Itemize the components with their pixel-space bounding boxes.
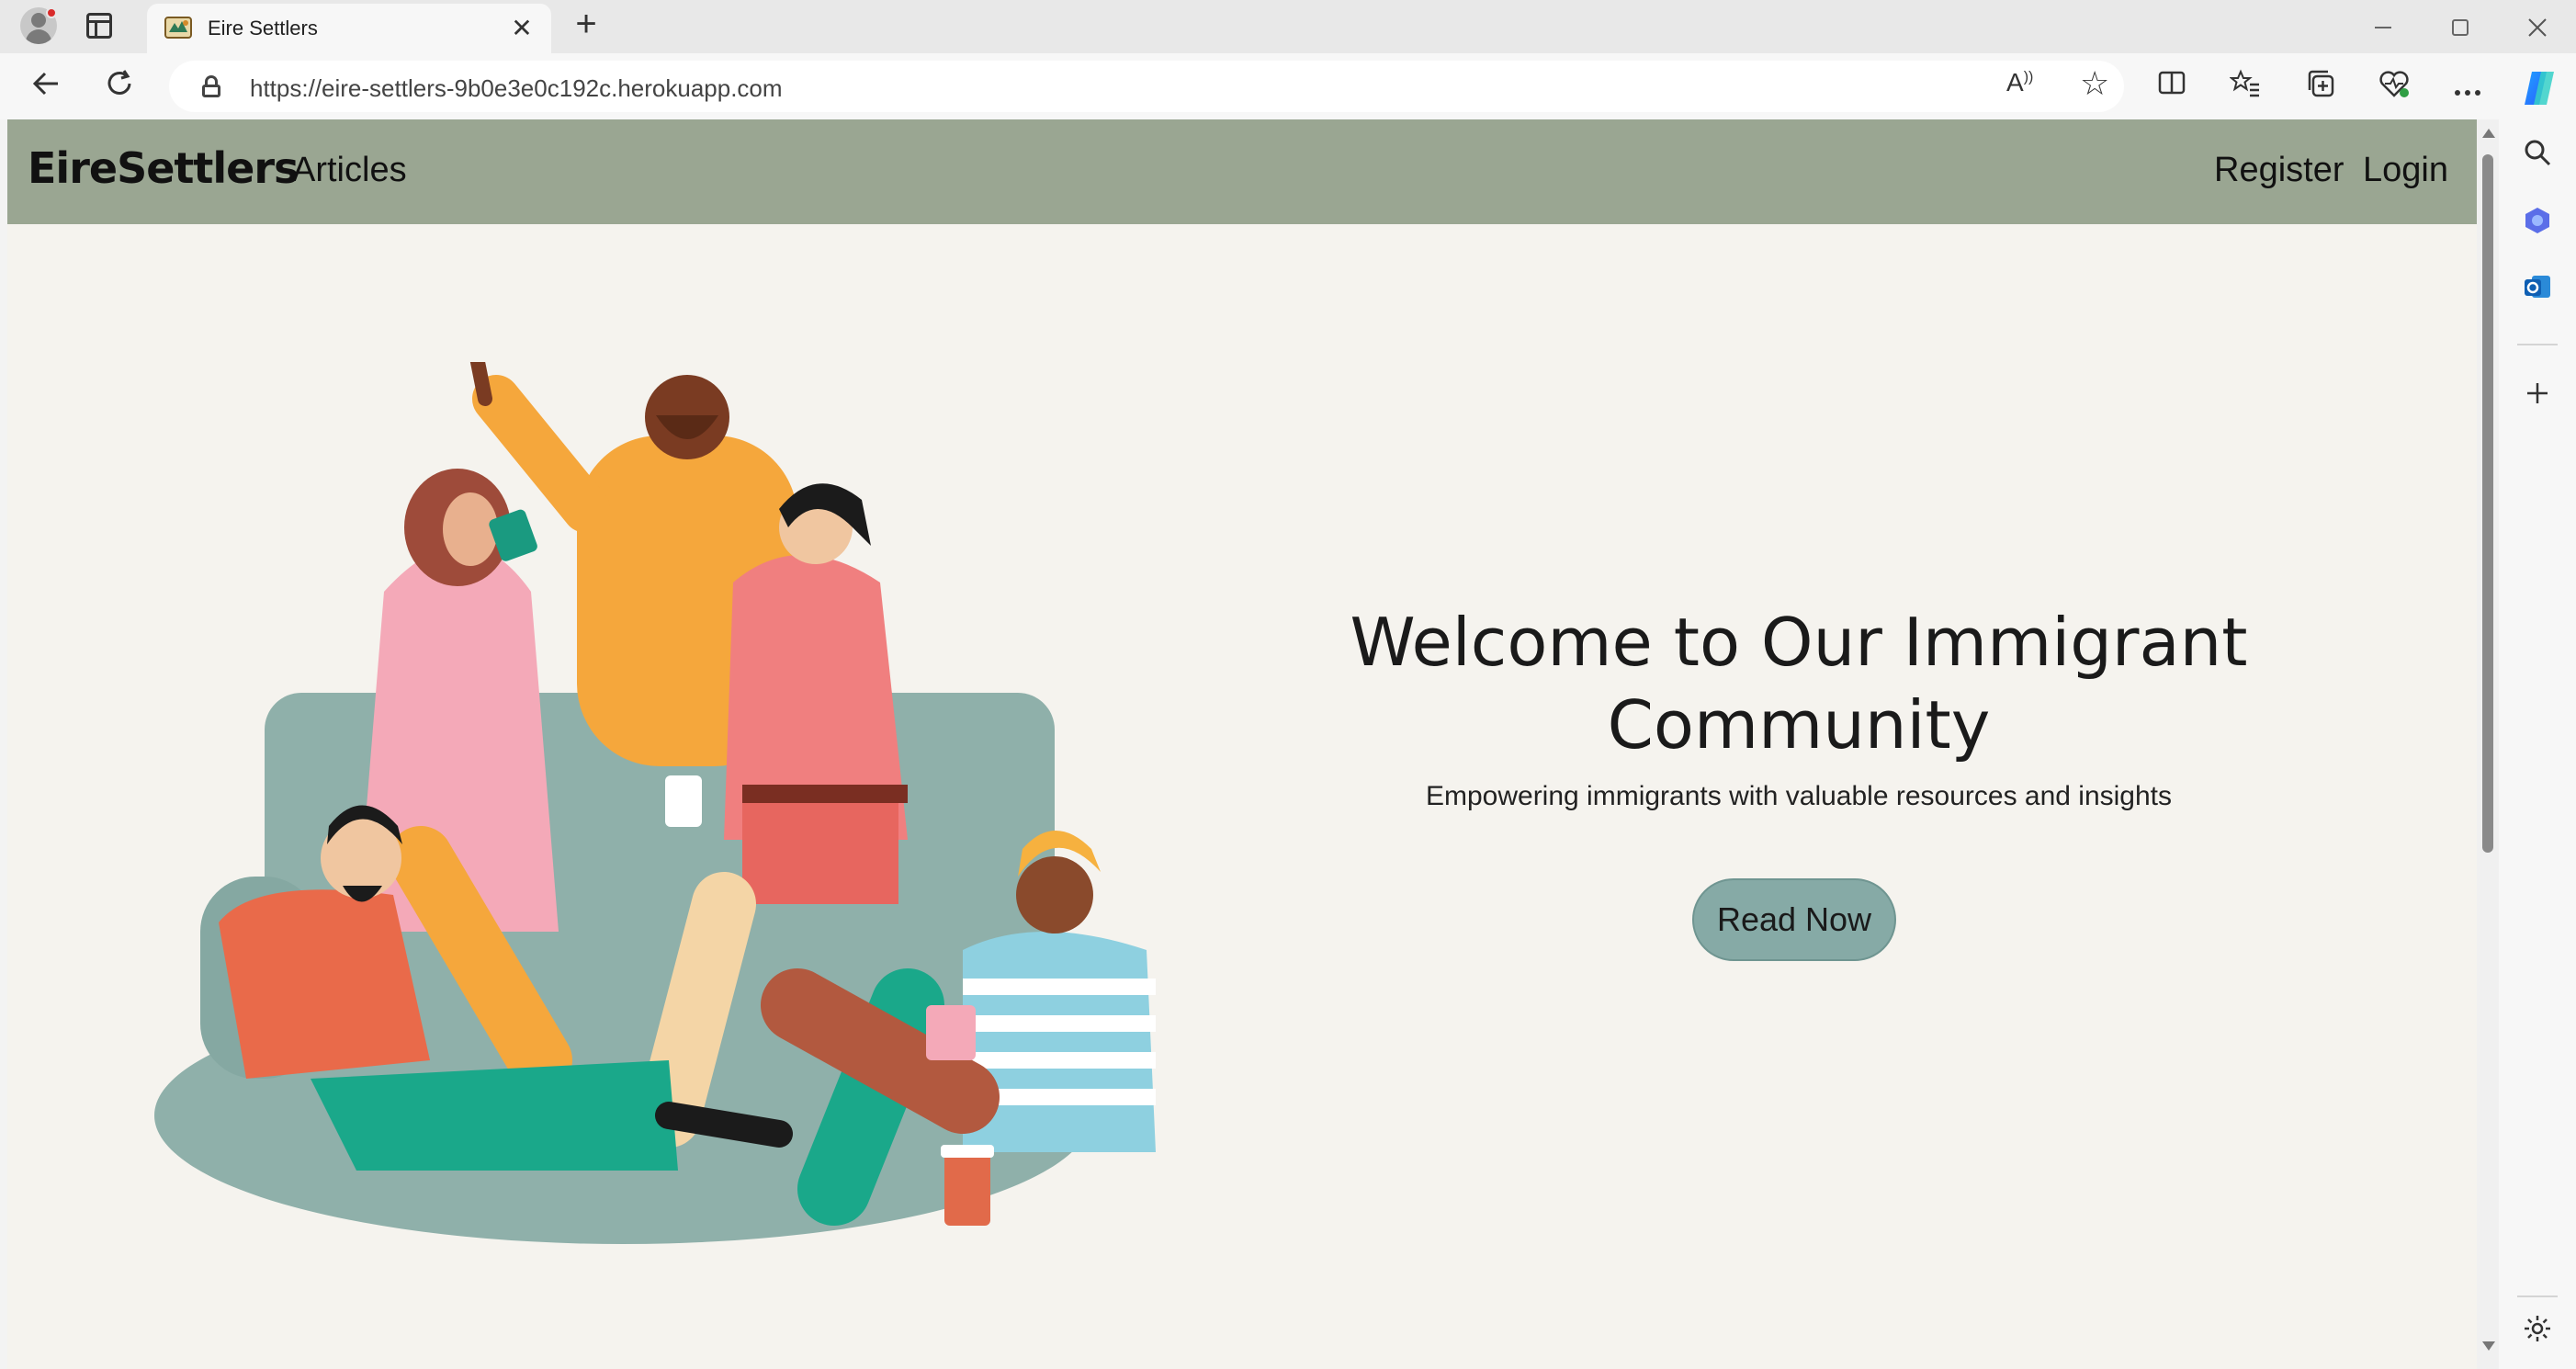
site-navbar: EireSettlers Articles Register Login — [7, 119, 2477, 224]
browser-essentials-button[interactable] — [2376, 68, 2412, 105]
read-aloud-icon[interactable]: A)) — [2006, 68, 2033, 97]
search-icon — [2525, 140, 2551, 166]
nav-link-articles[interactable]: Articles — [292, 151, 407, 190]
scroll-down-arrow-icon[interactable] — [2482, 1341, 2495, 1351]
collections-button[interactable] — [2302, 68, 2339, 105]
close-window-button[interactable] — [2510, 7, 2565, 44]
lock-body — [202, 85, 220, 97]
copilot-icon — [2525, 72, 2554, 105]
new-tab-button[interactable]: + — [568, 6, 604, 44]
browser-window: Eire Settlers ✕ + https://eire-settlers-… — [0, 0, 2576, 1369]
scroll-thumb[interactable] — [2482, 154, 2493, 853]
tab-strip: Eire Settlers ✕ + — [0, 0, 2576, 53]
hero-subtitle: Empowering immigrants with valuable reso… — [1425, 781, 2173, 811]
favorite-star-icon[interactable]: ☆ — [2080, 64, 2109, 103]
minimize-button[interactable] — [2356, 7, 2411, 44]
site-favicon-icon — [164, 17, 192, 39]
refresh-icon — [107, 70, 131, 95]
sidebar-search-button[interactable] — [2519, 138, 2556, 175]
restore-icon — [2452, 19, 2469, 37]
hero-title: Welcome to Our Immigrant Community — [1350, 604, 2248, 764]
sidebar-add-button[interactable] — [2519, 377, 2556, 413]
minimize-icon — [2375, 27, 2391, 29]
settings-icon — [2525, 1316, 2550, 1341]
sidebar-copilot-button[interactable] — [2519, 206, 2556, 243]
copilot-sidebar-icon — [2525, 208, 2549, 233]
community-illustration — [154, 362, 1156, 1244]
tab-actions-icon[interactable] — [86, 13, 112, 39]
hero-section: Welcome to Our Immigrant Community Empow… — [7, 224, 2477, 1369]
browser-toolbar: https://eire-settlers-9b0e3e0c192c.herok… — [0, 53, 2576, 119]
restore-button[interactable] — [2433, 7, 2488, 44]
site-brand-logo[interactable]: EireSettlers — [28, 143, 299, 193]
sidebar-divider — [2517, 1295, 2558, 1297]
browser-sidebar — [2499, 119, 2576, 1369]
sidebar-divider — [2517, 344, 2558, 345]
copilot-button[interactable] — [2519, 68, 2556, 105]
favorites-button[interactable] — [2227, 68, 2264, 105]
more-icon — [2455, 90, 2480, 96]
outlook-icon — [2525, 276, 2550, 298]
back-icon — [32, 72, 58, 96]
profile-head — [31, 13, 46, 28]
more-button[interactable] — [2449, 68, 2486, 105]
back-button[interactable] — [28, 68, 64, 105]
active-tab[interactable]: Eire Settlers ✕ — [147, 4, 551, 53]
lock-icon[interactable] — [202, 75, 220, 97]
browser-essentials-icon — [2379, 71, 2409, 97]
notification-dot — [46, 7, 57, 18]
scroll-up-arrow-icon[interactable] — [2482, 129, 2495, 138]
nav-link-login[interactable]: Login — [2363, 151, 2448, 190]
add-icon — [2527, 383, 2548, 403]
tab-close-icon[interactable]: ✕ — [505, 12, 538, 45]
nav-link-register[interactable]: Register — [2214, 151, 2344, 190]
address-bar[interactable]: https://eire-settlers-9b0e3e0c192c.herok… — [169, 61, 2124, 112]
page-scrollbar[interactable] — [2477, 119, 2499, 1369]
profile-body — [26, 29, 51, 44]
collections-icon — [2308, 70, 2334, 97]
tab-title: Eire Settlers — [208, 17, 318, 40]
refresh-button[interactable] — [101, 68, 138, 105]
close-window-icon — [2528, 18, 2547, 37]
split-screen-button[interactable] — [2153, 68, 2190, 105]
split-screen-icon — [2158, 71, 2186, 95]
url-text[interactable]: https://eire-settlers-9b0e3e0c192c.herok… — [250, 74, 783, 103]
read-now-button[interactable]: Read Now — [1692, 878, 1896, 961]
favorites-icon — [2229, 69, 2259, 97]
sidebar-settings-button[interactable] — [2519, 1314, 2556, 1351]
sidebar-outlook-button[interactable] — [2519, 272, 2556, 309]
web-page: EireSettlers Articles Register Login Wel… — [7, 119, 2477, 1369]
